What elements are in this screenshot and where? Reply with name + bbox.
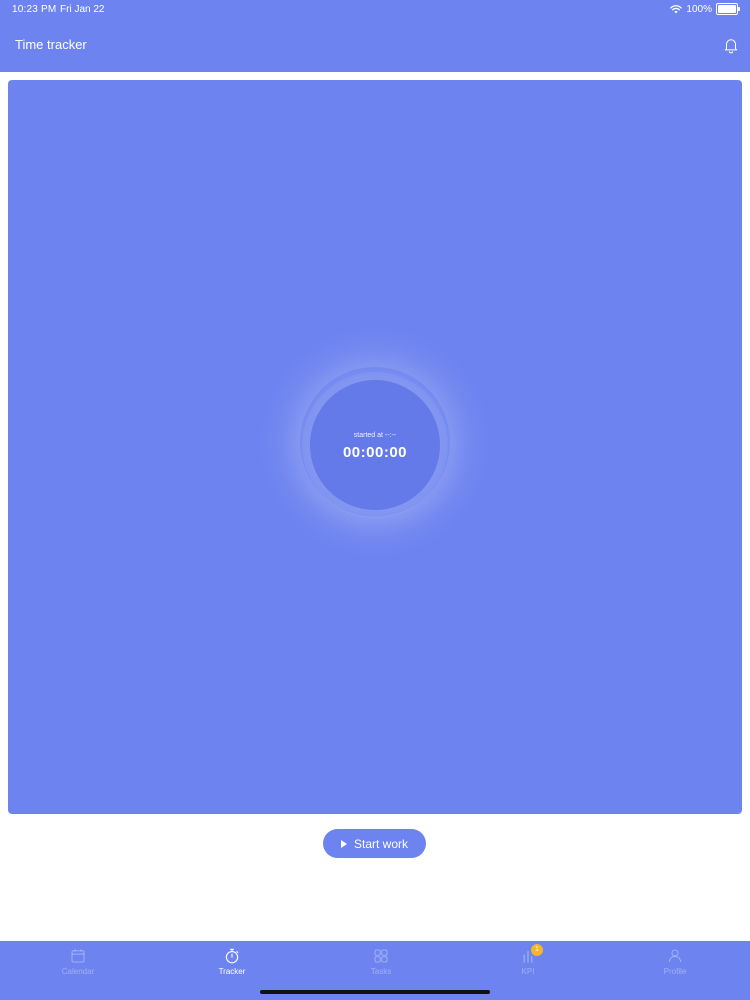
home-indicator[interactable] (260, 990, 490, 994)
tab-tasks[interactable]: Tasks (341, 947, 421, 976)
grid-icon (374, 949, 388, 963)
tab-label: Tracker (218, 967, 246, 976)
tab-label: Calendar (61, 967, 95, 976)
timer-value: 00:00:00 (342, 444, 408, 461)
calendar-icon (71, 949, 85, 963)
tracker-panel: started at --:-- 00:00:00 (8, 80, 742, 814)
tab-kpi[interactable]: 1 KPI (488, 944, 568, 976)
timer-circle: started at --:-- 00:00:00 (310, 380, 440, 510)
battery-percent: 100% (686, 3, 712, 15)
wifi-icon (670, 4, 683, 13)
tab-label: Tasks (370, 967, 392, 976)
time-tracker-screen: 10:23 PM Fri Jan 22 100% Time tracker st… (0, 0, 750, 1000)
status-time: 10:23 PM (12, 4, 57, 15)
tab-calendar[interactable]: Calendar (38, 947, 118, 976)
play-icon (340, 839, 347, 848)
user-icon (668, 949, 682, 963)
battery-icon (716, 3, 740, 15)
status-indicators: 100% (670, 3, 740, 15)
stopwatch-icon (225, 948, 239, 964)
start-work-button[interactable]: Start work (323, 829, 426, 858)
tab-label: KPI (521, 967, 535, 976)
app-header: 10:23 PM Fri Jan 22 100% Time tracker (0, 0, 750, 72)
page-title: Time tracker (15, 37, 87, 52)
start-work-label: Start work (353, 836, 408, 851)
started-at-label: started at --:-- (353, 432, 397, 439)
status-date: Fri Jan 22 (60, 4, 105, 15)
kpi-badge: 1 (531, 944, 543, 956)
tab-tracker[interactable]: Tracker (192, 947, 272, 976)
bell-icon[interactable] (722, 36, 740, 54)
tab-label: Profile (663, 967, 687, 976)
tab-profile[interactable]: Profile (635, 947, 715, 976)
